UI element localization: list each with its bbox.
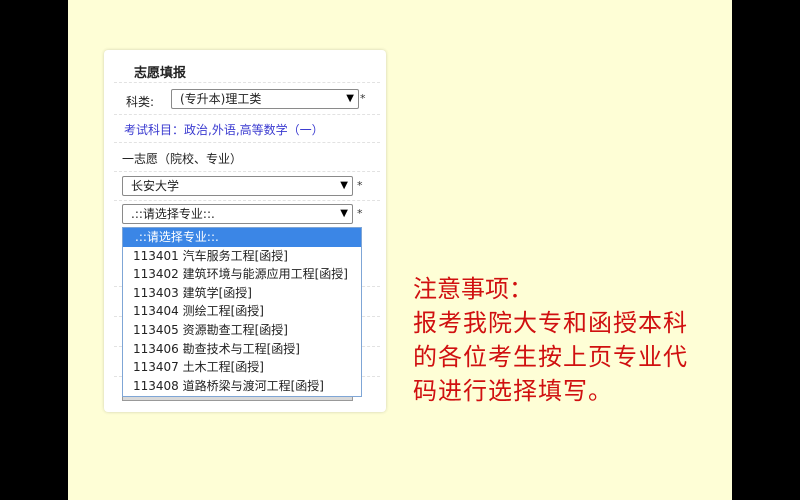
dropdown-option[interactable]: 113406 勘查技术与工程[函授] <box>123 340 361 359</box>
row-divider <box>114 114 380 115</box>
dropdown-option[interactable]: 113401 汽车服务工程[函授] <box>123 247 361 266</box>
required-mark: * <box>357 179 363 192</box>
school-select[interactable]: 长安大学 ▼ <box>122 176 353 196</box>
dropdown-option[interactable]: 113402 建筑环境与能源应用工程[函授] <box>123 265 361 284</box>
dropdown-option[interactable]: 113404 测绘工程[函授] <box>123 302 361 321</box>
dropdown-option[interactable]: 113407 土木工程[函授] <box>123 358 361 377</box>
dropdown-option[interactable]: 113403 建筑学[函授] <box>123 284 361 303</box>
category-select-value: (专升本)理工类 <box>180 92 262 106</box>
first-choice-label: 一志愿（院校、专业） <box>122 152 243 166</box>
notice-title: 注意事项： <box>413 275 533 303</box>
major-select-value: .::请选择专业::. <box>131 207 215 221</box>
required-mark: * <box>360 92 366 105</box>
row-divider <box>114 200 380 201</box>
row-divider <box>114 82 380 83</box>
chevron-down-icon: ▼ <box>340 208 348 219</box>
category-select[interactable]: (专升本)理工类 ▼ <box>171 89 359 109</box>
chevron-down-icon: ▼ <box>346 93 354 104</box>
notice-body: 报考我院大专和函授本科的各位考生按上页专业代码进行选择填写。 <box>413 309 688 405</box>
required-mark: * <box>357 207 363 220</box>
notice-block: 注意事项： 报考我院大专和函授本科的各位考生按上页专业代码进行选择填写。 <box>413 272 693 408</box>
form-title: 志愿填报 <box>134 66 187 81</box>
dropdown-option[interactable]: 113408 道路桥梁与渡河工程[函授] <box>123 377 361 396</box>
row-divider <box>114 171 380 172</box>
category-label: 科类: <box>126 95 155 109</box>
row-divider <box>114 142 380 143</box>
school-select-value: 长安大学 <box>131 179 180 193</box>
major-select[interactable]: .::请选择专业::. ▼ <box>122 204 353 224</box>
exam-subjects-text: 考试科目：政治,外语,高等数学（一） <box>124 123 324 137</box>
dropdown-option-placeholder[interactable]: .::请选择专业::. <box>123 228 361 247</box>
major-dropdown-list[interactable]: .::请选择专业::. 113401 汽车服务工程[函授] 113402 建筑环… <box>122 227 362 397</box>
chevron-down-icon: ▼ <box>340 180 348 191</box>
dropdown-option[interactable]: 113405 资源勘查工程[函授] <box>123 321 361 340</box>
